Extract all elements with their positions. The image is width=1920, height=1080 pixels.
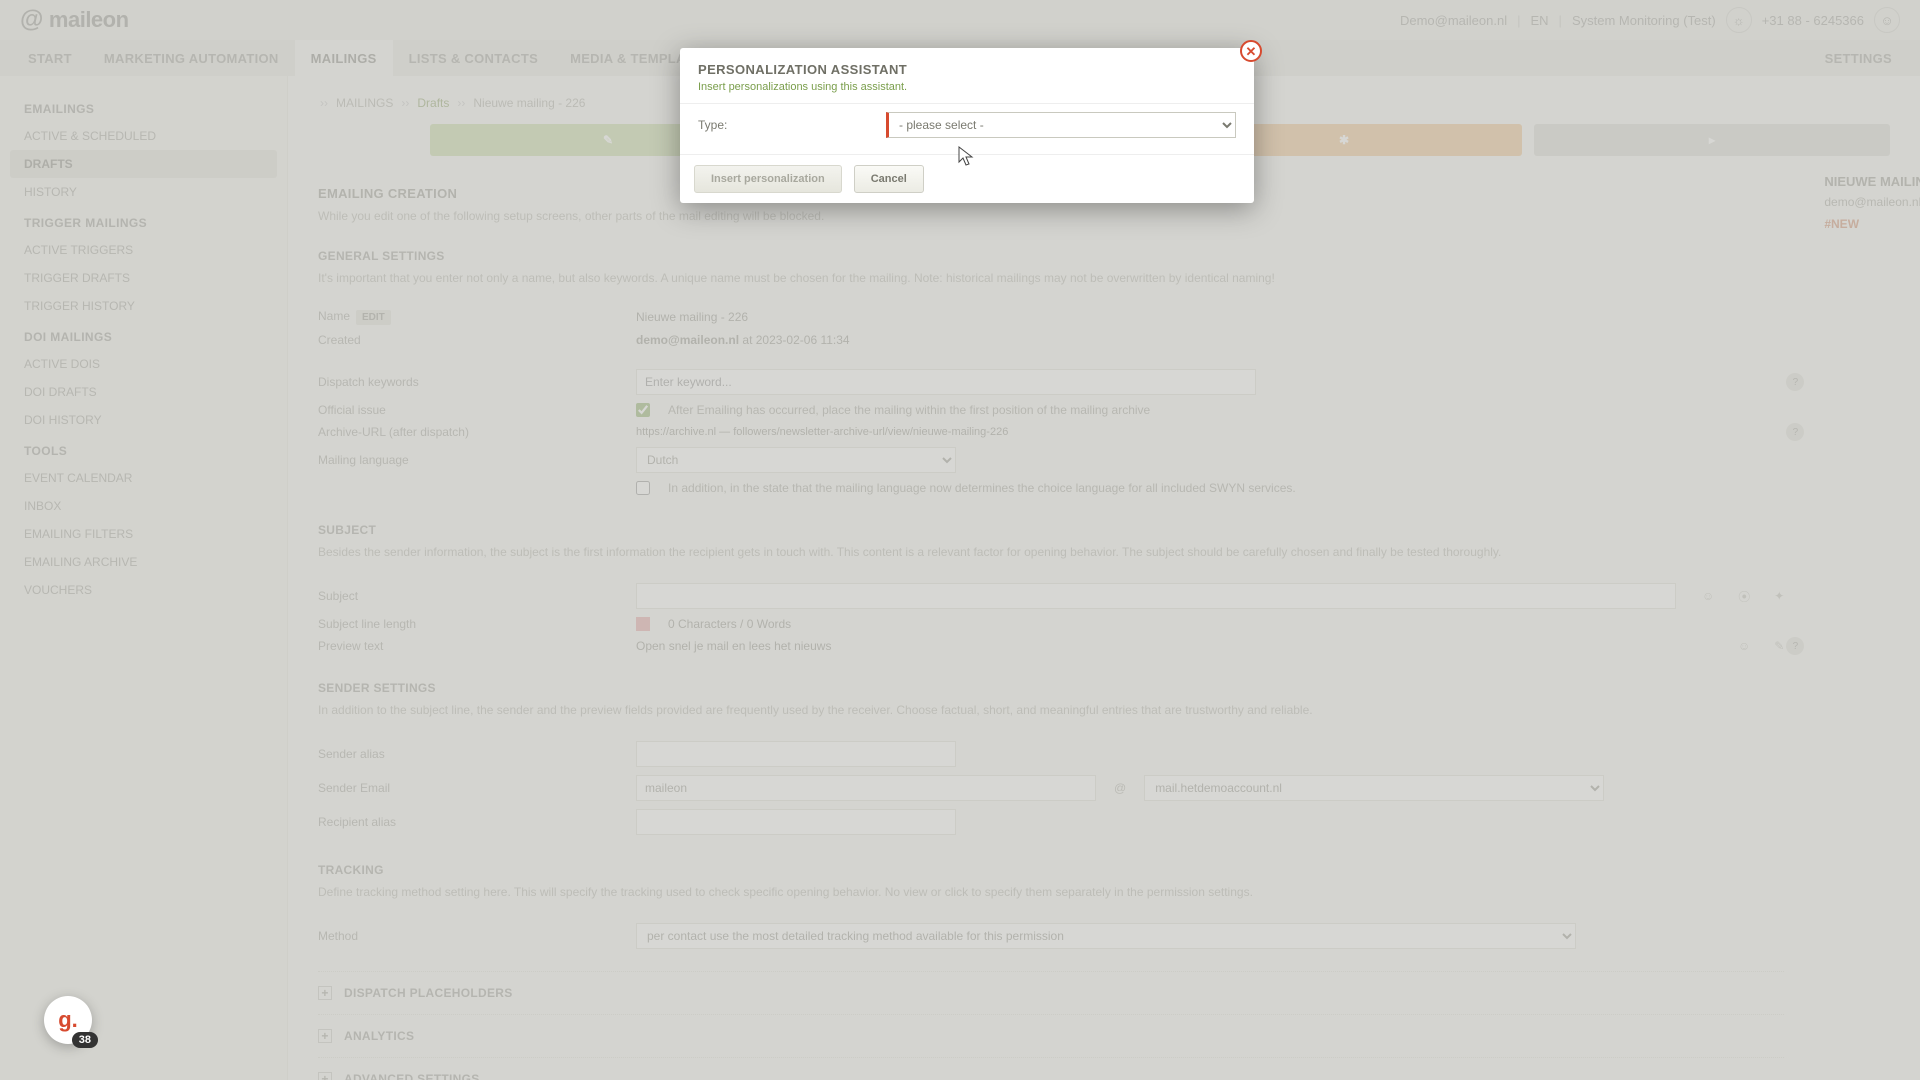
cancel-button[interactable]: Cancel	[854, 165, 924, 193]
insert-personalization-button[interactable]: Insert personalization	[694, 165, 842, 193]
cursor-icon	[958, 146, 976, 168]
modal-subtitle: Insert personalizations using this assis…	[698, 81, 1236, 93]
chat-badge: 38	[72, 1032, 98, 1048]
type-select[interactable]: - please select -	[886, 112, 1236, 138]
chat-icon[interactable]: g. 38	[44, 996, 92, 1044]
chat-glyph: g.	[58, 1007, 78, 1033]
close-icon[interactable]: ✕	[1240, 40, 1262, 62]
personalization-modal: ✕ PERSONALIZATION ASSISTANT Insert perso…	[680, 48, 1254, 203]
chat-widget[interactable]: g. 38	[44, 996, 92, 1044]
modal-title: PERSONALIZATION ASSISTANT	[698, 62, 1236, 77]
type-label: Type:	[698, 118, 868, 132]
